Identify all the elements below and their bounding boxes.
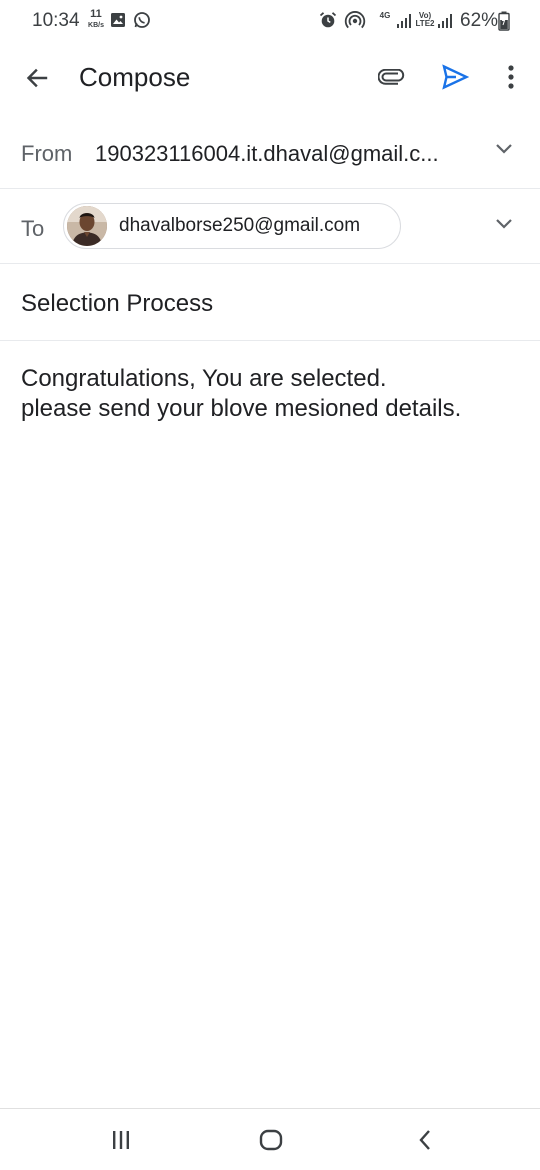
send-icon bbox=[441, 63, 470, 95]
page-title: Compose bbox=[79, 62, 191, 92]
nav-back-button[interactable] bbox=[410, 1127, 440, 1157]
recents-button[interactable] bbox=[106, 1127, 136, 1157]
status-time: 10:34 bbox=[32, 10, 80, 31]
from-label: From bbox=[21, 141, 73, 166]
signal-icon bbox=[396, 13, 412, 34]
signal-icon bbox=[437, 13, 453, 34]
message-body[interactable]: Congratulations, You are selected. pleas… bbox=[21, 364, 461, 424]
gallery-icon bbox=[110, 12, 126, 33]
network-speed: 11 KB/s bbox=[86, 8, 106, 30]
attach-button[interactable] bbox=[374, 63, 410, 95]
network-type-label-2: Vo) LTE2 bbox=[415, 11, 435, 28]
from-expand-button[interactable] bbox=[490, 137, 518, 165]
hotspot-icon bbox=[344, 10, 366, 37]
more-options-button[interactable] bbox=[498, 61, 524, 97]
recipient-email: dhavalborse250@gmail.com bbox=[119, 215, 361, 236]
battery-percentage: 62% bbox=[460, 10, 499, 31]
network-speed-value: 11 bbox=[90, 8, 102, 20]
chevron-down-icon bbox=[495, 142, 513, 160]
chevron-down-icon bbox=[495, 217, 513, 235]
more-vert-icon bbox=[508, 64, 514, 94]
from-row[interactable]: From 190323116004.it.dhaval@gmail.c... bbox=[0, 118, 540, 189]
app-bar: Compose bbox=[0, 44, 540, 114]
paperclip-icon bbox=[377, 68, 406, 90]
recents-icon bbox=[110, 1130, 132, 1155]
from-account[interactable]: 190323116004.it.dhaval@gmail.c... bbox=[95, 141, 439, 167]
nav-back-icon bbox=[417, 1129, 433, 1156]
battery-icon bbox=[498, 11, 510, 36]
body-line: Congratulations, You are selected. bbox=[21, 365, 387, 392]
to-label: To bbox=[21, 216, 45, 241]
to-expand-button[interactable] bbox=[490, 212, 518, 240]
network-speed-unit: KB/s bbox=[88, 22, 104, 29]
back-button[interactable] bbox=[18, 61, 56, 99]
to-row[interactable]: To dhavalborse250@gmail.com bbox=[0, 189, 540, 264]
body-line: please send your blove mesioned details. bbox=[21, 395, 462, 422]
home-button[interactable] bbox=[256, 1127, 286, 1157]
send-button[interactable] bbox=[437, 61, 473, 97]
home-icon bbox=[259, 1129, 283, 1156]
network-type-label: 4G bbox=[379, 11, 391, 20]
system-nav-bar bbox=[0, 1108, 540, 1170]
subject-row[interactable]: Selection Process bbox=[0, 264, 540, 341]
recipient-chip[interactable]: dhavalborse250@gmail.com bbox=[63, 203, 401, 249]
alarm-icon bbox=[319, 11, 337, 34]
whatsapp-icon bbox=[133, 11, 151, 34]
status-bar: 10:34 11 KB/s 4G Vo) LTE2 62% bbox=[0, 0, 540, 44]
back-arrow-icon bbox=[24, 65, 50, 96]
subject-input[interactable]: Selection Process bbox=[21, 290, 213, 318]
avatar bbox=[67, 206, 107, 246]
